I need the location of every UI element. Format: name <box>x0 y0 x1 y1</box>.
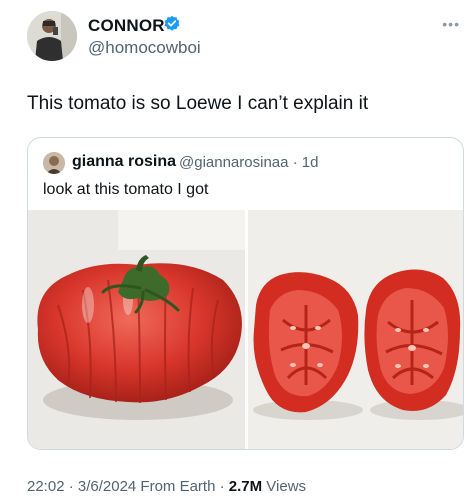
photo-whole-tomato[interactable] <box>28 210 245 449</box>
quoted-author-avatar[interactable] <box>43 152 65 174</box>
tweet-text: This tomato is so Loewe I can’t explain … <box>27 93 369 114</box>
more-options-icon[interactable]: ••• <box>442 16 460 32</box>
quoted-author-handle-time[interactable]: @giannarosinaa · 1d <box>179 154 318 171</box>
author-name[interactable]: CONNOR <box>88 16 165 36</box>
quoted-author-name[interactable]: gianna rosina <box>72 153 176 171</box>
views-label: Views <box>262 478 307 495</box>
quoted-tweet[interactable]: gianna rosina @giannarosinaa · 1d look a… <box>27 137 464 450</box>
photo-sliced-tomato[interactable] <box>248 210 463 449</box>
quoted-tweet-text: look at this tomato I got <box>43 181 209 198</box>
tweet-meta: 22:02 · 3/6/2024 From Earth · 2.7M Views <box>27 478 306 495</box>
verified-badge-icon <box>164 15 180 31</box>
views-count: 2.7M <box>228 478 263 495</box>
author-handle[interactable]: @homocowboi <box>88 38 201 58</box>
author-avatar[interactable] <box>27 11 77 61</box>
tweet-timestamp[interactable]: 22:02 · 3/6/2024 From Earth · <box>27 478 229 495</box>
